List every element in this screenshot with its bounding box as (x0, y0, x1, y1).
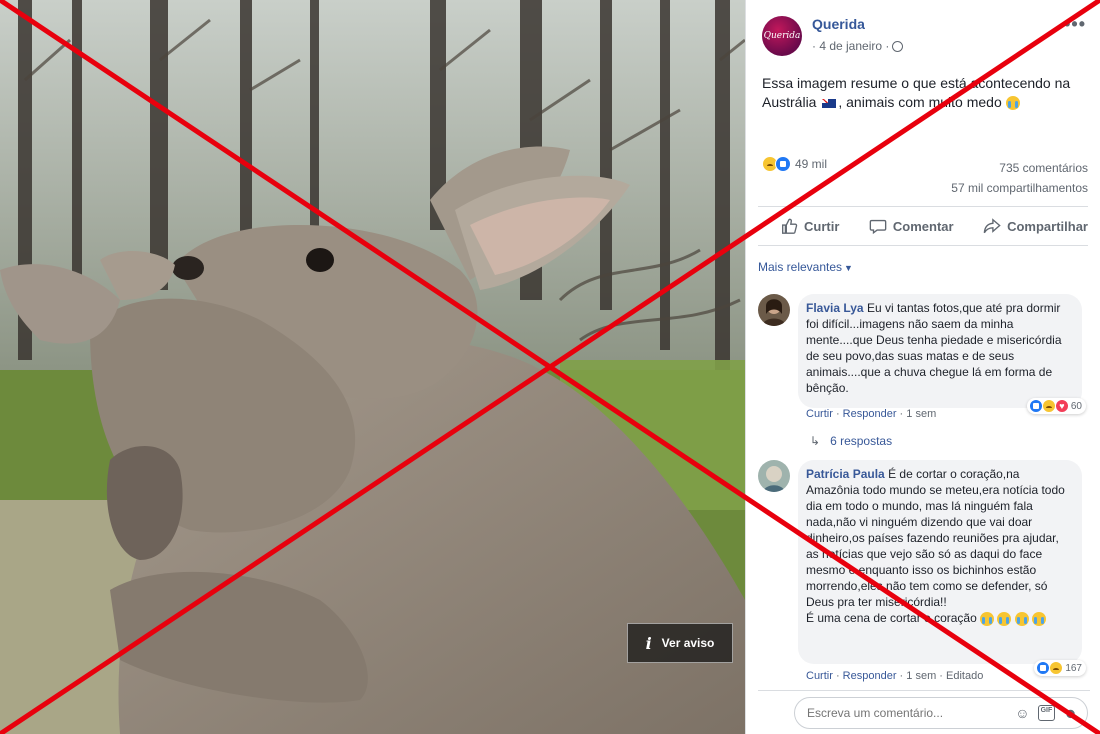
post-text-part2: , animais com muito medo (838, 94, 1002, 110)
composer-icons: ☺ GIF ☻ (1015, 705, 1078, 721)
share-label: Compartilhar (1007, 218, 1088, 234)
comment-author[interactable]: Flavia Lya (806, 301, 864, 315)
caret-down-icon: ▼ (844, 263, 853, 273)
comment-reply-link[interactable]: Responder (843, 408, 897, 420)
comment-like-link[interactable]: Curtir (806, 670, 833, 682)
comment-text: É de cortar o coração,na Amazônia todo m… (806, 467, 1065, 609)
gif-icon[interactable]: GIF (1037, 705, 1056, 721)
comment-sort-dropdown[interactable]: Mais relevantes ▼ (758, 260, 853, 274)
shares-count[interactable]: 57 mil compartilhamentos (951, 178, 1088, 198)
like-reaction-icon (775, 156, 791, 172)
comment-item: Patrícia Paula É de cortar o coração,na … (758, 460, 1088, 688)
post-photo[interactable]: i Ver aviso (0, 0, 745, 734)
emoji-icon[interactable]: ☺ (1015, 705, 1029, 721)
crying-face-icon (1005, 96, 1020, 111)
comment-bubble: Patrícia Paula É de cortar o coração,na … (798, 460, 1082, 664)
like-button[interactable]: Curtir (780, 217, 839, 235)
comment-label: Comentar (892, 218, 954, 234)
comment-reaction-summary[interactable]: 167 (1034, 660, 1086, 676)
thumbs-up-icon (782, 218, 798, 234)
reaction-count: 49 mil (795, 157, 828, 171)
comment-like-link[interactable]: Curtir (806, 408, 833, 420)
love-reaction-icon (1054, 399, 1069, 413)
sad-reaction-icon (1049, 661, 1064, 675)
crying-face-icon (1014, 611, 1029, 626)
comments-count[interactable]: 735 comentários (951, 158, 1088, 178)
sticker-icon[interactable]: ☻ (1063, 705, 1078, 721)
page-name[interactable]: Querida (812, 16, 865, 32)
share-button[interactable]: Compartilhar (983, 217, 1088, 235)
globe-icon (892, 40, 904, 52)
comment-time[interactable]: 1 sem (906, 408, 936, 420)
post-date[interactable]: · 4 de janeiro · (812, 39, 889, 53)
sad-reaction-icon (1041, 399, 1056, 413)
info-icon: i (645, 633, 652, 653)
more-options-icon[interactable]: ••• (1064, 14, 1086, 35)
like-reaction-icon (1036, 661, 1051, 675)
sort-label: Mais relevantes (758, 260, 843, 274)
action-bar: Curtir Comentar Compartilhar (758, 206, 1088, 246)
comment-button[interactable]: Comentar (869, 217, 954, 235)
comment-edited: Editado (946, 670, 984, 682)
engagement-counts: 735 comentários 57 mil compartilhamentos (951, 158, 1088, 198)
like-reaction-icon (1028, 399, 1043, 413)
commenter-avatar[interactable] (758, 294, 790, 326)
crying-face-icon (1032, 611, 1047, 626)
comment-reaction-summary[interactable]: 60 (1026, 398, 1086, 414)
post-meta: · 4 de janeiro · (812, 39, 904, 53)
reply-arrow-icon: ↳ (810, 434, 821, 448)
crying-face-icon (980, 611, 995, 626)
comment-meta: Curtir · Responder · 1 sem · Editado (806, 670, 984, 682)
share-arrow-icon (983, 218, 1001, 234)
view-warning-label: Ver aviso (661, 636, 715, 650)
post-panel: Querida Querida · 4 de janeiro · ••• Ess… (745, 0, 1100, 734)
australia-flag-icon (822, 98, 837, 108)
view-warning-button[interactable]: i Ver aviso (627, 623, 733, 663)
post-text: Essa imagem resume o que está acontecend… (762, 74, 1092, 112)
comment-reaction-count: 167 (1065, 662, 1082, 674)
comment-text-line2: É uma cena de cortar o coração (806, 611, 977, 625)
comment-text: Eu vi tantas fotos,que até pra dormir fo… (806, 301, 1062, 395)
view-replies-link[interactable]: ↳ 6 respostas (810, 434, 892, 448)
post-header: Querida Querida · 4 de janeiro · ••• (762, 14, 1090, 58)
comment-meta: Curtir · Responder · 1 sem (806, 408, 937, 420)
comment-bubble-icon (869, 219, 887, 235)
page-avatar[interactable]: Querida (762, 16, 802, 56)
commenter-avatar[interactable] (758, 460, 790, 492)
comment-bubble: Flavia Lya Eu vi tantas fotos,que até pr… (798, 294, 1082, 408)
page-avatar-text: Querida (763, 31, 801, 41)
comment-time[interactable]: 1 sem (906, 670, 936, 682)
comment-item: Flavia Lya Eu vi tantas fotos,que até pr… (758, 294, 1088, 424)
reaction-summary[interactable]: 49 mil (762, 156, 827, 172)
replies-count: 6 respostas (830, 434, 893, 448)
comment-author[interactable]: Patrícia Paula (806, 467, 885, 481)
comment-reaction-count: 60 (1070, 400, 1082, 412)
like-label: Curtir (804, 218, 840, 234)
comment-composer: ☺ GIF ☻ (758, 690, 1090, 734)
comment-reply-link[interactable]: Responder (843, 670, 897, 682)
crying-face-icon (997, 611, 1012, 626)
